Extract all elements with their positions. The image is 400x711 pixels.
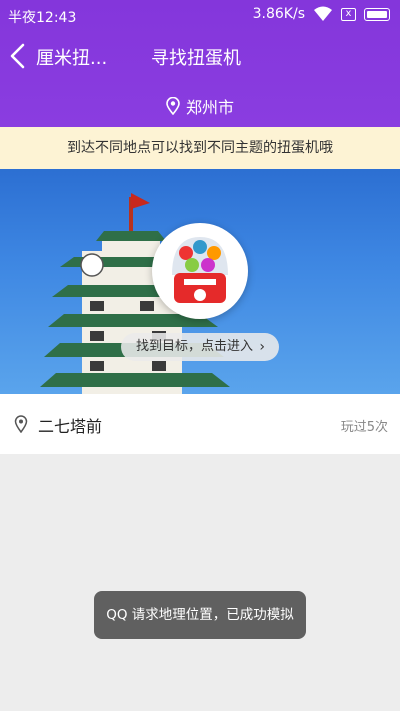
location-banner[interactable]: 找到目标，点击进入 › xyxy=(0,169,400,394)
gacha-machine-thumbnail[interactable] xyxy=(152,223,248,319)
back-chevron-icon[interactable] xyxy=(6,40,30,72)
play-count: 玩过5次 xyxy=(340,420,388,435)
page-title: 寻找扭蛋机 xyxy=(151,48,241,69)
status-icons: 3.86K/s x xyxy=(253,6,390,22)
enter-target-label: 找到目标，点击进入 xyxy=(136,339,254,354)
sim-icon: x xyxy=(341,7,356,21)
status-time: 半夜12:43 xyxy=(8,10,77,26)
gacha-machine-image xyxy=(172,237,228,303)
location-selector[interactable]: 郑州市 xyxy=(165,94,234,118)
place-name: 二七塔前 xyxy=(38,417,103,436)
enter-target-button[interactable]: 找到目标，点击进入 › xyxy=(121,333,279,361)
nav-bar: 厘米扭... 寻找扭蛋机 xyxy=(0,38,400,74)
back-label[interactable]: 厘米扭... xyxy=(36,44,107,70)
place-row[interactable]: 二七塔前 玩过5次 xyxy=(0,394,400,454)
notice-banner: 到达不同地点可以找到不同主题的扭蛋机哦 xyxy=(0,127,400,169)
header: 半夜12:43 3.86K/s x 厘米扭... 寻找扭蛋机 郑州市 xyxy=(0,0,400,127)
city-name: 郑州市 xyxy=(186,98,235,117)
location-pin-icon xyxy=(14,415,28,433)
toast-message: QQ 请求地理位置，已成功模拟 xyxy=(94,591,306,639)
network-speed: 3.86K/s xyxy=(252,6,305,22)
status-bar: 半夜12:43 3.86K/s x xyxy=(0,0,400,30)
battery-icon xyxy=(364,7,390,21)
wifi-icon xyxy=(314,6,332,21)
location-pin-icon xyxy=(166,97,180,115)
chevron-right-icon: › xyxy=(259,339,265,355)
